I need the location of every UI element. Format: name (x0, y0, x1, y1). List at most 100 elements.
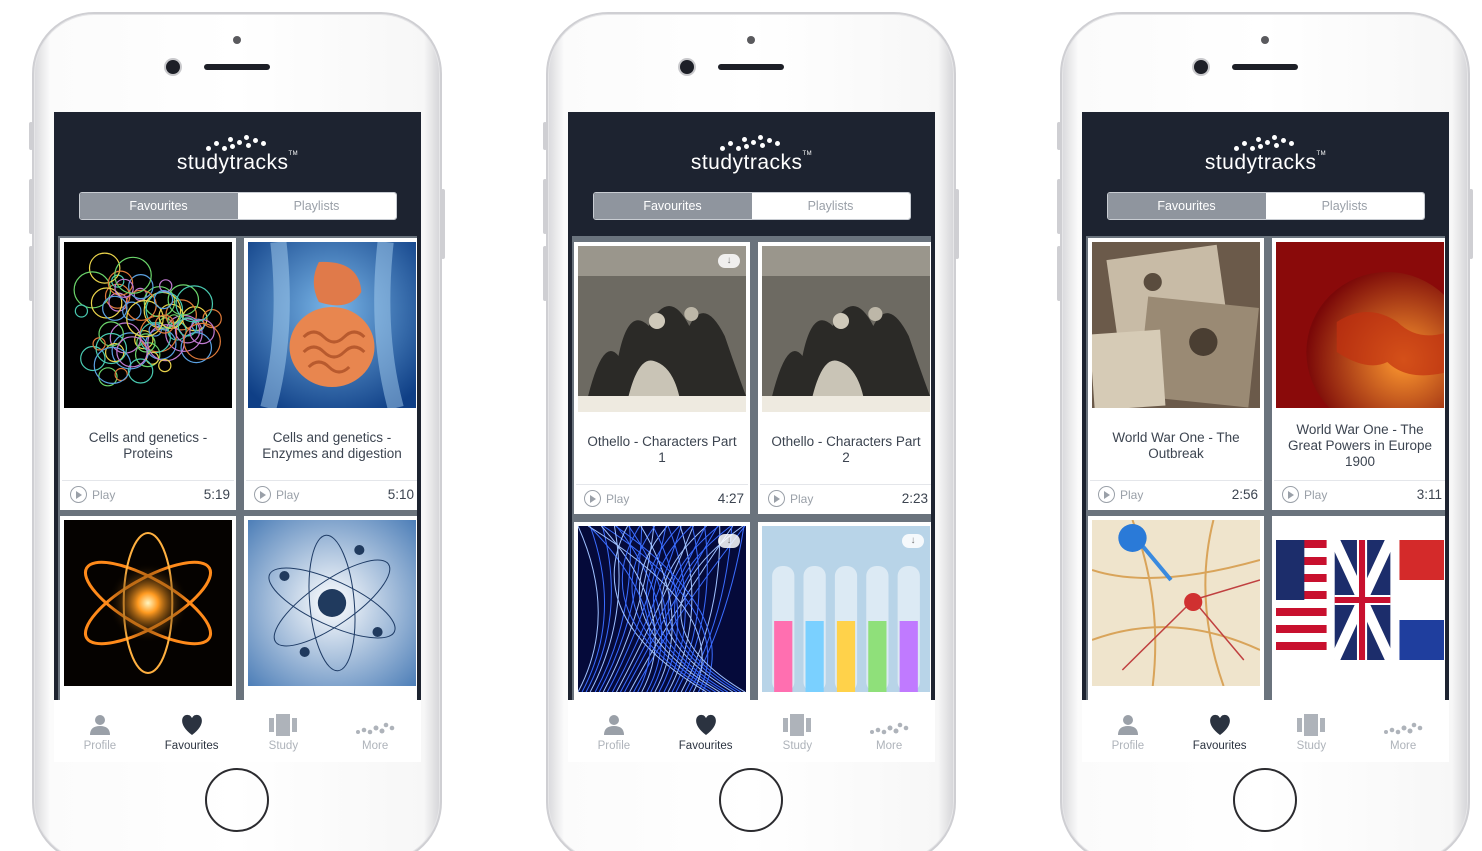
tab-study[interactable]: Study (238, 700, 330, 762)
play-icon[interactable] (1098, 486, 1115, 503)
tab-label: Profile (1111, 740, 1145, 752)
cloud-download-icon[interactable]: ↓ (718, 254, 740, 268)
track-title: Cells and genetics - Enzymes and digesti… (262, 430, 402, 461)
track-duration: 4:27 (717, 491, 744, 506)
play-icon[interactable] (254, 486, 271, 503)
tab-profile[interactable]: Profile (1082, 700, 1174, 762)
segment-playlists[interactable]: Playlists (1265, 193, 1424, 219)
track-title: Cells and genetics - Proteins (88, 430, 208, 461)
track-image-test-tubes (762, 526, 930, 692)
track-footer: Play 2:23 (760, 484, 931, 512)
track-image-digestive-system (248, 242, 416, 408)
track-image-flags (1276, 520, 1444, 686)
track-card[interactable]: ↓ (758, 522, 931, 700)
tab-label: Study (782, 740, 813, 752)
track-card[interactable]: Cells and genetics - Enzymes and digesti… (244, 238, 417, 510)
tab-more[interactable]: More (329, 700, 421, 762)
track-card[interactable]: Cells and genetics - Proteins Play 5:19 (60, 238, 236, 510)
track-grid: ↓ Othello - Characters Part 1 Play 4:27 O… (572, 236, 931, 700)
sensor-dot (233, 36, 241, 44)
track-card[interactable] (1088, 516, 1264, 700)
segment-favourites[interactable]: Favourites (593, 193, 752, 219)
phone-mockup: studytracksTM Favourites Playlists ↓ Othe… (543, 12, 959, 851)
track-card[interactable] (1272, 516, 1445, 700)
play-label[interactable]: Play (1120, 488, 1143, 502)
segmented-control: Favourites Playlists (78, 192, 397, 220)
play-label[interactable]: Play (606, 492, 629, 506)
app-header: studytracksTM (54, 112, 421, 190)
track-card[interactable]: ↓ (574, 522, 750, 700)
track-footer: Play 2:56 (1090, 480, 1262, 508)
tab-label: Favourites (678, 740, 733, 752)
sensor-dot (1261, 36, 1269, 44)
home-button[interactable] (1233, 768, 1297, 832)
tab-more[interactable]: More (843, 700, 935, 762)
track-card[interactable]: ↓ Othello - Characters Part 1 Play 4:27 (574, 242, 750, 514)
play-icon[interactable] (1282, 486, 1299, 503)
track-card[interactable] (244, 516, 417, 700)
segment-playlists[interactable]: Playlists (237, 193, 396, 219)
tab-label: Study (1296, 740, 1327, 752)
play-icon[interactable] (768, 490, 785, 507)
track-card[interactable]: World War One - The Outbreak Play 2:56 (1088, 238, 1264, 510)
segment-playlists[interactable]: Playlists (751, 193, 910, 219)
play-label[interactable]: Play (790, 492, 813, 506)
segment-favourites[interactable]: Favourites (79, 193, 238, 219)
track-footer: Play 4:27 (576, 484, 748, 512)
app-screen: studytracksTM Favourites Playlists World… (1082, 112, 1449, 762)
phone-mockup: studytracksTM Favourites Playlists Cells… (29, 12, 445, 851)
tab-label: Profile (83, 740, 117, 752)
tab-favourites[interactable]: Favourites (660, 700, 752, 762)
home-button[interactable] (205, 768, 269, 832)
track-grid: World War One - The Outbreak Play 2:56 W… (1086, 236, 1445, 700)
tab-favourites[interactable]: Favourites (146, 700, 238, 762)
studytracks-logo-dots (205, 133, 270, 153)
heart-icon (179, 710, 205, 736)
tab-bar: Profile Favourites Study More (1082, 700, 1449, 762)
tab-profile[interactable]: Profile (54, 700, 146, 762)
home-button[interactable] (719, 768, 783, 832)
app-screen: studytracksTM Favourites Playlists ↓ Othe… (568, 112, 935, 762)
track-image-old-photographs (1092, 242, 1260, 408)
tab-favourites[interactable]: Favourites (1174, 700, 1266, 762)
front-camera (680, 60, 694, 74)
more-dots-icon (869, 710, 909, 736)
app-header: studytracksTM (568, 112, 935, 190)
tab-label: Favourites (164, 740, 219, 752)
profile-icon (89, 710, 111, 736)
track-image-engraving-scene (762, 246, 930, 412)
app-header: studytracksTM (1082, 112, 1449, 190)
heart-icon (693, 710, 719, 736)
track-card[interactable]: World War One - The Great Powers in Euro… (1272, 238, 1445, 510)
segment-favourites[interactable]: Favourites (1107, 193, 1266, 219)
tab-profile[interactable]: Profile (568, 700, 660, 762)
more-dots-icon (1383, 710, 1423, 736)
app-logo: studytracksTM (1204, 151, 1327, 174)
tab-label: More (1390, 740, 1417, 752)
sensor-dot (747, 36, 755, 44)
track-title: World War One - The Outbreak (1112, 430, 1240, 461)
segmented-control: Favourites Playlists (1106, 192, 1425, 220)
studytracks-logo-dots (719, 133, 784, 153)
front-camera (166, 60, 180, 74)
play-label[interactable]: Play (1304, 488, 1327, 502)
track-footer: Play 3:11 (1274, 480, 1445, 508)
app-logo: studytracksTM (176, 151, 299, 174)
cloud-download-icon[interactable]: ↓ (718, 534, 740, 548)
track-card[interactable]: Othello - Characters Part 2 Play 2:23 (758, 242, 931, 514)
play-icon[interactable] (584, 490, 601, 507)
track-card[interactable] (60, 516, 236, 700)
tab-study[interactable]: Study (752, 700, 844, 762)
cloud-download-icon[interactable]: ↓ (902, 534, 924, 548)
tab-label: Favourites (1192, 740, 1247, 752)
play-label[interactable]: Play (92, 488, 115, 502)
play-label[interactable]: Play (276, 488, 299, 502)
profile-icon (603, 710, 625, 736)
track-duration: 5:19 (203, 487, 230, 502)
app-screen: studytracksTM Favourites Playlists Cells… (54, 112, 421, 762)
tab-study[interactable]: Study (1266, 700, 1358, 762)
tab-more[interactable]: More (1357, 700, 1449, 762)
track-image-engraving-scene (578, 246, 746, 412)
play-icon[interactable] (70, 486, 87, 503)
track-title: World War One - The Great Powers in Euro… (1287, 422, 1433, 469)
